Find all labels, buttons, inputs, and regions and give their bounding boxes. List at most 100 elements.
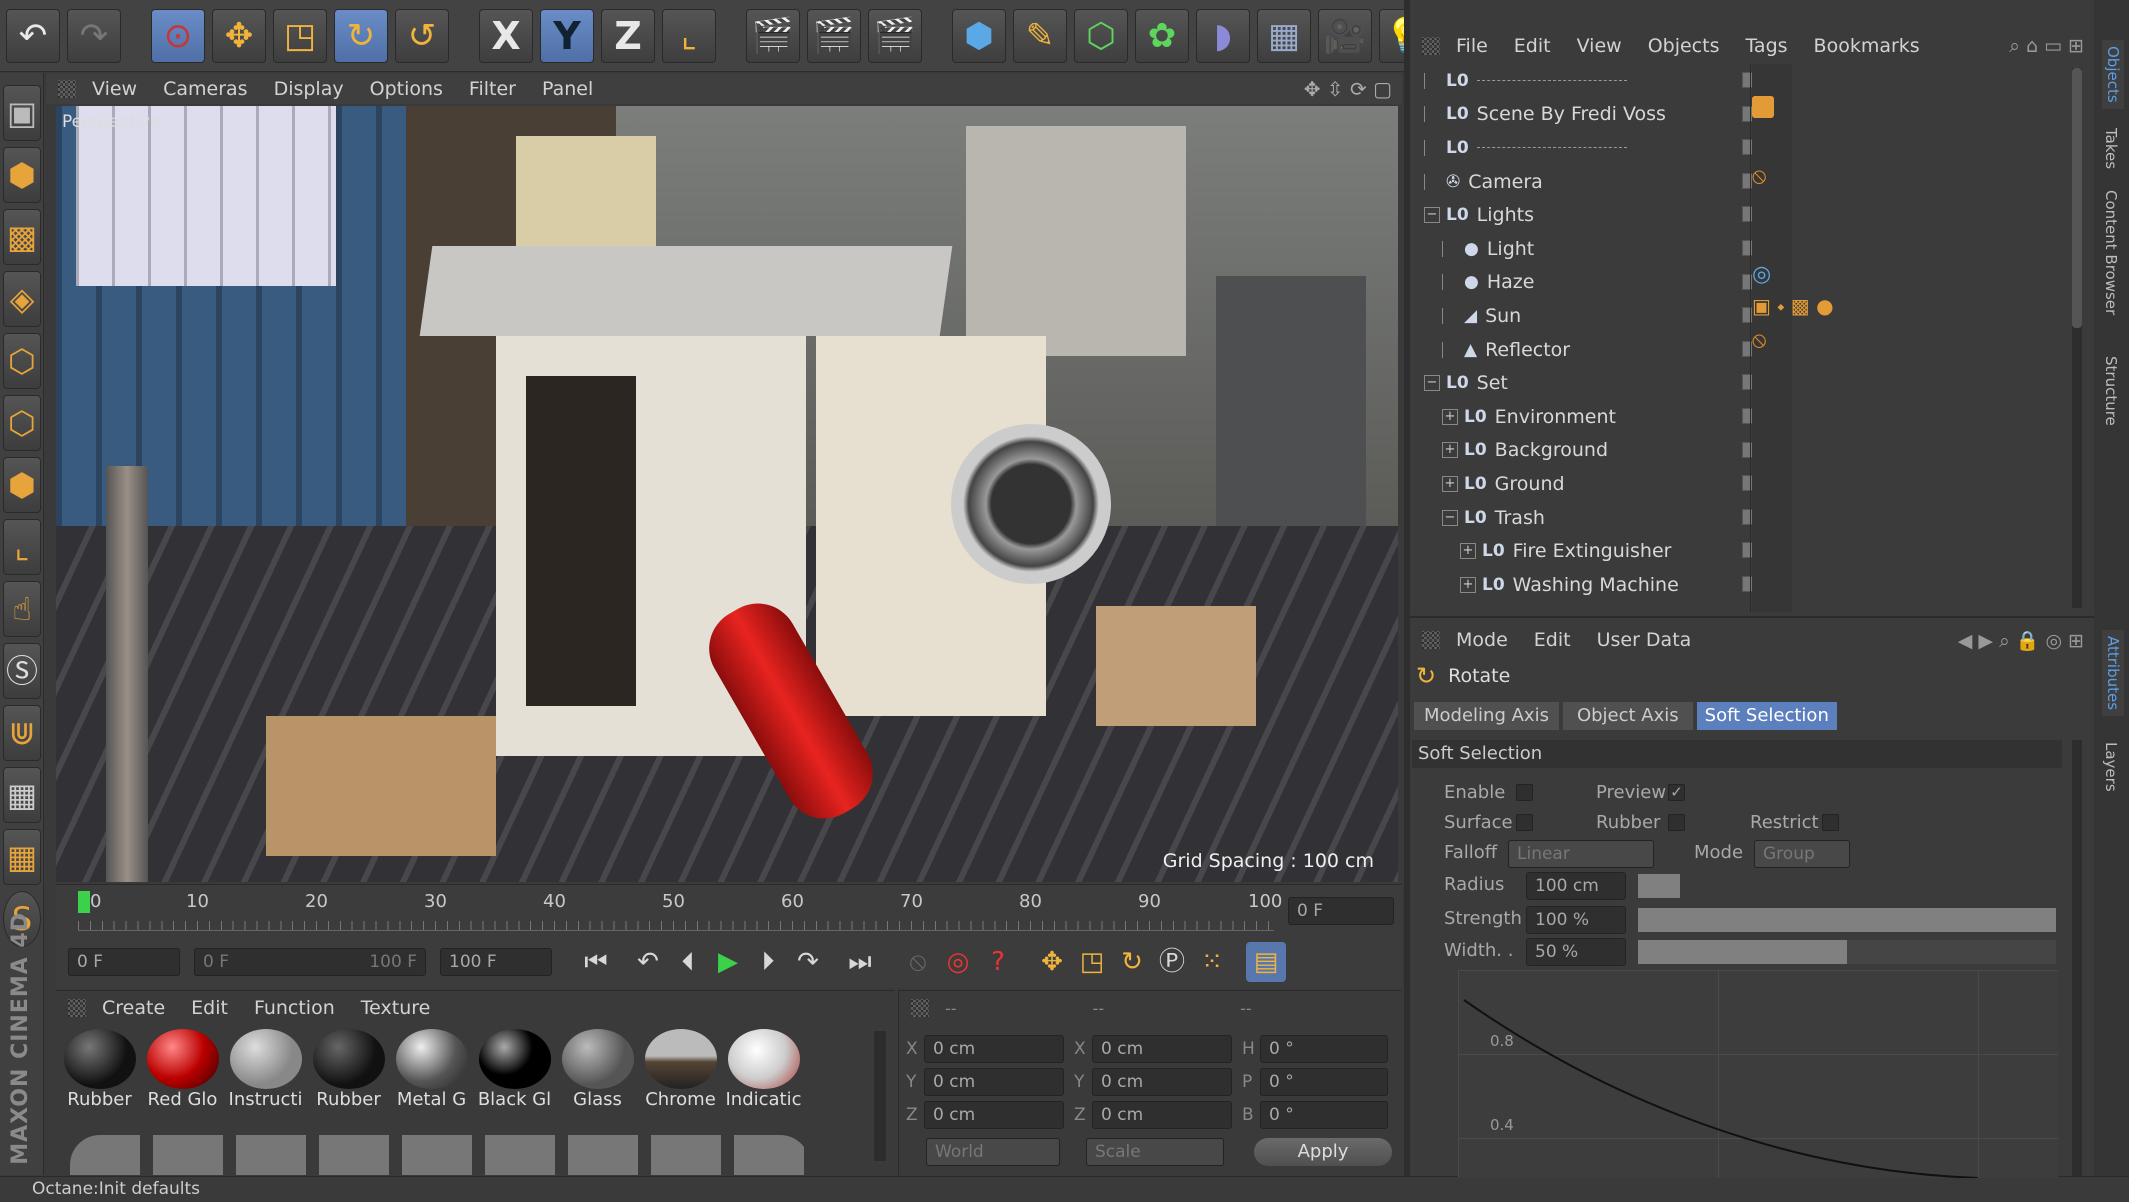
object-menu-objects[interactable]: Objects bbox=[1648, 35, 1720, 57]
attribute-menu-mode[interactable]: Mode bbox=[1456, 629, 1508, 651]
playhead[interactable] bbox=[78, 891, 90, 913]
object-scroll-thumb[interactable] bbox=[2072, 68, 2082, 328]
rubber-checkbox[interactable] bbox=[1668, 814, 1685, 831]
tab-modeling-axis[interactable]: Modeling Axis bbox=[1414, 702, 1559, 730]
object-scrollbar[interactable] bbox=[2072, 68, 2082, 608]
coord-size-y[interactable]: 0 cm bbox=[1092, 1067, 1232, 1096]
key-pla-icon[interactable]: ⁙ bbox=[1192, 942, 1232, 982]
tab-object-axis[interactable]: Object Axis bbox=[1562, 702, 1693, 730]
width-slider-track[interactable] bbox=[1638, 940, 2056, 964]
axis-z-button[interactable]: Z bbox=[601, 8, 655, 63]
workplane-icon[interactable]: ◈ bbox=[3, 271, 41, 327]
material-swatch[interactable]: Glass bbox=[556, 1027, 639, 1127]
go-to-previous-key-icon[interactable]: ↶ bbox=[628, 942, 668, 982]
reflector-tags-icon[interactable]: ▣ ⬩ ▩ ● bbox=[1752, 294, 1834, 318]
sun-tag-icon[interactable]: ◎ bbox=[1752, 262, 1771, 287]
previous-frame-icon[interactable]: ⏴ bbox=[668, 942, 708, 982]
coord-size-z[interactable]: 0 cm bbox=[1092, 1100, 1232, 1129]
rotate-tool-icon[interactable]: ↻ bbox=[334, 8, 388, 63]
radius-field[interactable]: 100 cm bbox=[1526, 872, 1626, 900]
key-scale-icon[interactable]: ◳ bbox=[1072, 942, 1112, 982]
viewport-menu-cameras[interactable]: Cameras bbox=[163, 78, 247, 100]
material-scrollbar[interactable] bbox=[874, 1031, 886, 1161]
material-swatch[interactable]: Chrome bbox=[639, 1027, 722, 1127]
coordinate-grip-icon[interactable] bbox=[911, 999, 929, 1017]
keyframe-selection-icon[interactable]: ? bbox=[978, 942, 1018, 982]
coord-rot-b[interactable]: 0 ° bbox=[1260, 1100, 1388, 1129]
coord-pos-y[interactable]: 0 cm bbox=[924, 1067, 1064, 1096]
object-manager-tools-icon[interactable]: ⌕ ⌂ ▭ ⊞ bbox=[2009, 35, 2084, 57]
restrict-checkbox[interactable] bbox=[1822, 814, 1839, 831]
autokey-icon[interactable]: ◎ bbox=[938, 942, 978, 982]
object-menu-edit[interactable]: Edit bbox=[1514, 35, 1551, 57]
attribute-menu-edit[interactable]: Edit bbox=[1534, 629, 1571, 651]
material-swatch[interactable]: Black Gl bbox=[473, 1027, 556, 1127]
apply-button[interactable]: Apply bbox=[1254, 1138, 1392, 1166]
render-settings-icon[interactable]: 🎬 bbox=[868, 8, 922, 63]
model-mode-icon[interactable]: ⬢ bbox=[3, 147, 41, 203]
material-swatch[interactable]: Red Glo bbox=[141, 1027, 224, 1127]
viewport-grip-icon[interactable] bbox=[58, 80, 76, 98]
material-swatch[interactable]: Metal G bbox=[390, 1027, 473, 1127]
attribute-menu-user-data[interactable]: User Data bbox=[1597, 629, 1692, 651]
camera-tag-icon[interactable]: ⦸ bbox=[1752, 164, 1766, 189]
expand-toggle-icon[interactable]: + bbox=[1460, 576, 1476, 593]
render-picture-viewer-icon[interactable]: 🎬 bbox=[807, 8, 861, 63]
coord-pos-x[interactable]: 0 cm bbox=[924, 1034, 1064, 1063]
material-swatch[interactable]: Indicatic bbox=[722, 1027, 805, 1127]
planar-workplane-icon[interactable]: ▦ bbox=[3, 829, 41, 885]
axis-mode-icon[interactable]: ⌞ bbox=[3, 519, 41, 575]
material-swatch[interactable]: Rubber bbox=[307, 1027, 390, 1127]
cloner-icon[interactable]: ✿ bbox=[1135, 8, 1189, 63]
expand-toggle-icon[interactable]: − bbox=[1424, 207, 1440, 224]
material-grip-icon[interactable] bbox=[68, 999, 86, 1017]
subdivision-icon[interactable]: ⬡ bbox=[1074, 8, 1128, 63]
expand-toggle-icon[interactable]: + bbox=[1460, 543, 1476, 560]
floor-icon[interactable]: ▦ bbox=[1257, 8, 1311, 63]
coord-size-x[interactable]: 0 cm bbox=[1092, 1034, 1232, 1063]
material-swatch[interactable]: Rubber bbox=[58, 1027, 141, 1127]
scene-tag-icon[interactable] bbox=[1752, 96, 1774, 118]
viewport-nav-icons[interactable]: ✥ ⇳ ⟳ ▢ bbox=[1304, 77, 1392, 101]
go-to-start-icon[interactable]: ⏮ bbox=[576, 942, 616, 982]
attribute-scrollbar[interactable] bbox=[2072, 740, 2082, 1176]
expand-toggle-icon[interactable]: + bbox=[1442, 475, 1458, 492]
end-frame-field[interactable]: 100 F bbox=[440, 948, 552, 976]
falloff-dropdown[interactable]: Linear bbox=[1508, 840, 1654, 868]
material-menu-texture[interactable]: Texture bbox=[361, 997, 431, 1019]
locked-workplane-icon[interactable]: ▦ bbox=[3, 767, 41, 823]
render-view-icon[interactable]: 🎬 bbox=[746, 8, 800, 63]
scale-tool-icon[interactable]: ◳ bbox=[273, 8, 327, 63]
go-to-next-key-icon[interactable]: ↷ bbox=[788, 942, 828, 982]
tab-content-browser-vertical[interactable]: Content Browser bbox=[2102, 190, 2120, 315]
edges-mode-icon[interactable]: ⬡ bbox=[3, 395, 41, 451]
viewport-menu-panel[interactable]: Panel bbox=[542, 78, 593, 100]
viewport-menu-display[interactable]: Display bbox=[274, 78, 344, 100]
deformer-icon[interactable]: ◗ bbox=[1196, 8, 1250, 63]
polygons-mode-icon[interactable]: ⬢ bbox=[3, 457, 41, 513]
undo-icon[interactable]: ↶ bbox=[6, 8, 60, 63]
tab-layers-vertical[interactable]: Layers bbox=[2102, 742, 2120, 792]
tab-attributes-vertical[interactable]: Attributes bbox=[2102, 630, 2124, 717]
points-mode-icon[interactable]: ⬡ bbox=[3, 333, 41, 389]
key-parameter-icon[interactable]: Ⓟ bbox=[1152, 942, 1192, 982]
snap-icon[interactable]: Ⓢ bbox=[3, 643, 41, 699]
set-tag-icon[interactable]: ⦸ bbox=[1752, 328, 1766, 353]
current-frame-field[interactable]: 0 F bbox=[1288, 897, 1394, 925]
object-menu-bookmarks[interactable]: Bookmarks bbox=[1814, 35, 1920, 57]
width-field[interactable]: 50 % bbox=[1526, 938, 1626, 966]
go-to-end-icon[interactable]: ⏭ bbox=[840, 942, 880, 982]
expand-toggle-icon[interactable]: − bbox=[1424, 375, 1440, 392]
expand-toggle-icon[interactable]: − bbox=[1442, 509, 1458, 526]
material-swatch[interactable]: Instructi bbox=[224, 1027, 307, 1127]
select-tool-icon[interactable]: ⊙ bbox=[151, 8, 205, 63]
coord-rot-h[interactable]: 0 ° bbox=[1260, 1034, 1388, 1063]
preview-checkbox[interactable]: ✓ bbox=[1668, 784, 1685, 801]
texture-mode-icon[interactable]: ▩ bbox=[3, 209, 41, 265]
expand-toggle-icon[interactable]: + bbox=[1442, 442, 1458, 459]
material-menu-create[interactable]: Create bbox=[102, 997, 165, 1019]
expand-toggle-icon[interactable]: + bbox=[1442, 408, 1458, 425]
coord-rot-p[interactable]: 0 ° bbox=[1260, 1067, 1388, 1096]
attribute-nav-icons[interactable]: ◀ ▶ ⌕ 🔒 ◎ ⊞ bbox=[1958, 629, 2084, 652]
falloff-graph[interactable]: 0.8 0.4 bbox=[1458, 970, 2058, 1178]
